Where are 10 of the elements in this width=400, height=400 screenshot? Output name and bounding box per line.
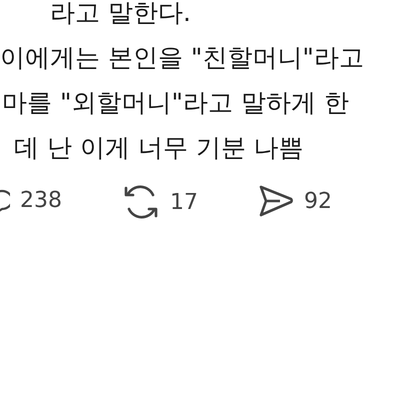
post-text-line: 라고 말한다. [50,0,191,27]
post-text-line: 데 난 이게 너무 기분 나쁨 [14,133,304,162]
send-icon [258,184,294,218]
post-text-line: 이에게는 본인을 "친할머니"라고 [0,43,364,72]
share-button[interactable]: 92 [258,184,332,218]
repost-icon [122,184,160,220]
post-text-line: 마를 "외할머니"라고 말하게 한 [2,88,349,117]
comment-button[interactable]: 238 [0,184,62,217]
repost-button[interactable]: 17 [122,184,198,220]
speech-bubble-icon [0,188,10,214]
